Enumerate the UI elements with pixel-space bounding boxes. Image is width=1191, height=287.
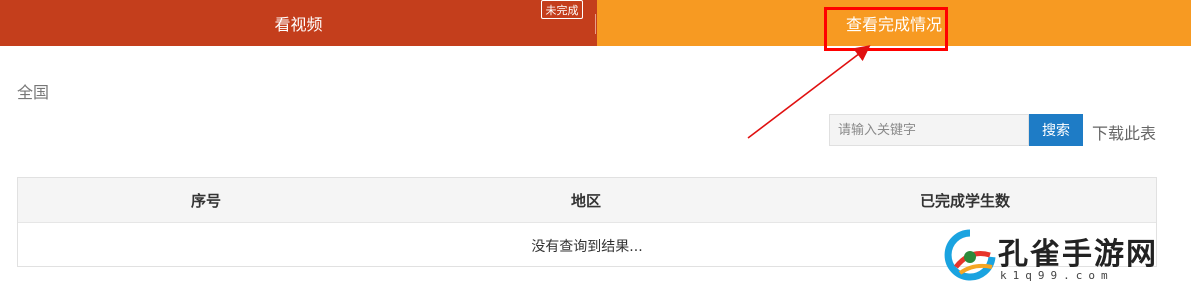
table-header: 序号 地区 已完成学生数 (18, 178, 1156, 222)
tab-bar: 看视频 未完成 查看完成情况 (0, 0, 1191, 46)
tab-watch-video[interactable]: 看视频 (0, 0, 597, 46)
download-table-link[interactable]: 下载此表 (1092, 120, 1156, 144)
empty-result-text: 没有查询到结果... (531, 238, 643, 255)
column-header-index: 序号 (191, 192, 222, 210)
column-header-completed-count: 已完成学生数 (920, 192, 1011, 210)
results-table: 序号 地区 已完成学生数 没有查询到结果... (17, 177, 1157, 267)
tab-divider (595, 14, 596, 34)
column-header-region: 地区 (571, 192, 602, 210)
empty-result-row: 没有查询到结果... (18, 222, 1156, 268)
search-button[interactable]: 搜索 (1029, 114, 1083, 146)
search-input[interactable] (829, 114, 1029, 146)
watermark-domain-text: k1q99.com (1000, 269, 1114, 282)
tab-view-completion[interactable]: 查看完成情况 (597, 0, 1191, 46)
incomplete-badge: 未完成 (541, 0, 583, 19)
region-label: 全国 (17, 83, 50, 102)
tab-watch-video-label: 看视频 (274, 15, 323, 34)
tab-view-completion-label: 查看完成情况 (845, 15, 942, 34)
